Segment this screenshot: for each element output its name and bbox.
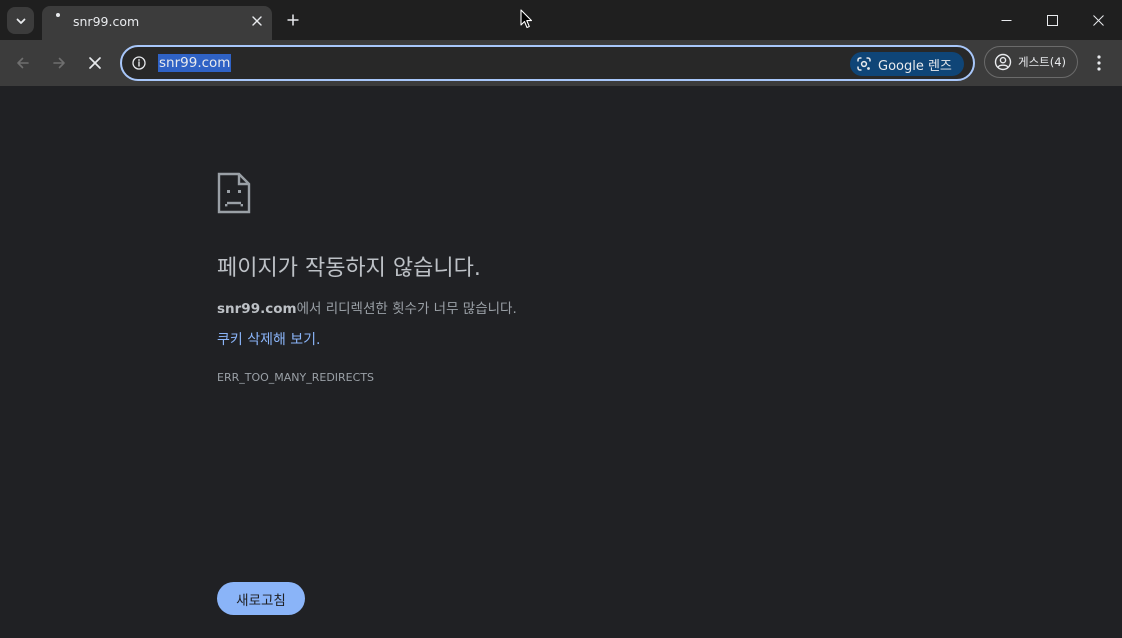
close-window-button[interactable] bbox=[1075, 0, 1121, 40]
chevron-down-icon bbox=[16, 18, 25, 24]
error-code: ERR_TOO_MANY_REDIRECTS bbox=[217, 371, 375, 384]
forward-button[interactable] bbox=[45, 49, 73, 77]
stop-button[interactable] bbox=[81, 49, 109, 77]
google-lens-icon bbox=[857, 57, 871, 71]
sad-page-icon bbox=[217, 172, 251, 214]
mouse-cursor-icon bbox=[520, 9, 533, 29]
error-detail-text: 에서 리디렉션한 횟수가 너무 많습니다. bbox=[296, 301, 517, 317]
tab-search-button[interactable] bbox=[7, 7, 34, 34]
error-title: 페이지가 작동하지 않습니다. bbox=[217, 256, 481, 281]
clear-cookies-link[interactable]: 쿠키 삭제해 보기. bbox=[217, 329, 321, 349]
minimize-button[interactable] bbox=[983, 0, 1029, 40]
close-icon bbox=[252, 16, 262, 26]
google-lens-label: Google 렌즈 bbox=[878, 58, 952, 74]
back-button[interactable] bbox=[9, 49, 37, 77]
maximize-button[interactable] bbox=[1029, 0, 1075, 40]
loading-dot-icon bbox=[56, 13, 60, 17]
browser-menu-button[interactable] bbox=[1088, 49, 1110, 77]
stop-icon bbox=[89, 57, 101, 69]
profile-button[interactable]: 게스트(4) bbox=[984, 46, 1078, 78]
profile-icon bbox=[994, 53, 1012, 71]
arrow-right-icon bbox=[53, 57, 65, 69]
profile-label: 게스트(4) bbox=[1018, 55, 1067, 69]
close-icon bbox=[1092, 14, 1104, 26]
error-detail: snr99.com에서 리디렉션한 횟수가 너무 많습니다. bbox=[217, 297, 517, 317]
arrow-left-icon bbox=[17, 57, 29, 69]
active-tab[interactable]: snr99.com bbox=[42, 6, 272, 40]
new-tab-button[interactable] bbox=[282, 9, 304, 31]
error-host: snr99.com bbox=[217, 301, 297, 317]
tab-title: snr99.com bbox=[73, 14, 140, 29]
info-icon[interactable] bbox=[131, 55, 147, 71]
url-text[interactable]: snr99.com bbox=[158, 54, 232, 72]
kebab-menu-icon bbox=[1097, 55, 1101, 71]
minimize-icon bbox=[1001, 19, 1011, 21]
plus-icon bbox=[287, 14, 299, 26]
browser-toolbar: snr99.com Google 렌즈 게스트(4) bbox=[0, 40, 1122, 86]
reload-button[interactable]: 새로고침 bbox=[217, 582, 305, 615]
error-page: 페이지가 작동하지 않습니다. snr99.com에서 리디렉션한 횟수가 너무… bbox=[0, 86, 1122, 638]
maximize-icon bbox=[1046, 14, 1058, 26]
title-bar: snr99.com bbox=[0, 0, 1122, 40]
address-bar[interactable]: snr99.com Google 렌즈 bbox=[120, 45, 975, 81]
google-lens-button[interactable]: Google 렌즈 bbox=[850, 52, 964, 76]
tab-close-button[interactable] bbox=[248, 12, 266, 30]
